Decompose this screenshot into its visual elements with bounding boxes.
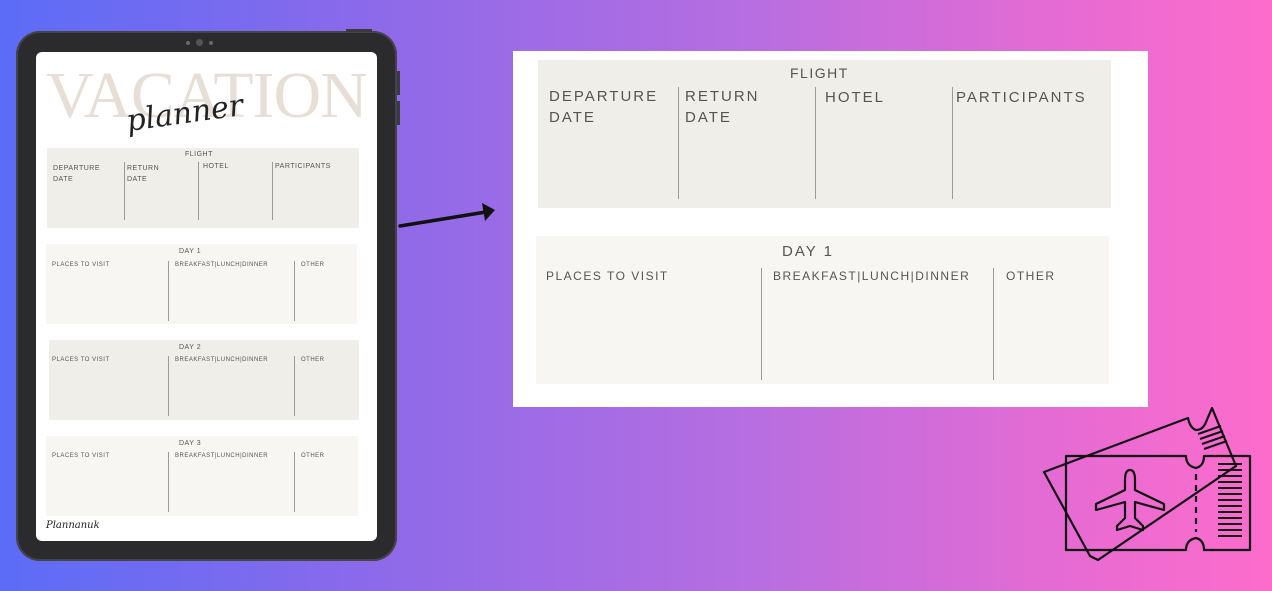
zoom-flight-section: FLIGHT DEPARTURE DATE RETURN DATE HOTEL … <box>538 60 1111 208</box>
arrow-right-icon <box>398 203 495 228</box>
camera-icon <box>186 39 213 46</box>
flight-col-departure: DEPARTURE DATE <box>53 165 101 183</box>
side-button <box>397 71 400 95</box>
zoom-day-header: DAY 1 <box>782 243 834 260</box>
divider <box>294 452 295 512</box>
tablet-device: VACATION planner FLIGHT DEPARTURE DATE R… <box>16 29 400 561</box>
side-button <box>397 101 400 125</box>
zoom-departure-label-2: DATE <box>549 109 596 126</box>
day-col-other: OTHER <box>301 357 325 363</box>
day-col-places: PLACES TO VISIT <box>52 357 110 363</box>
day-col-places: PLACES TO VISIT <box>52 262 110 268</box>
zoom-flight-header: FLIGHT <box>790 65 849 81</box>
zoom-meals-label: BREAKFAST|LUNCH|DINNER <box>773 269 971 283</box>
day-section: DAY 3 PLACES TO VISIT BREAKFAST|LUNCH|DI… <box>46 436 358 516</box>
divider <box>168 356 169 416</box>
flight-col-hotel: HOTEL <box>203 163 229 170</box>
flight-section: FLIGHT DEPARTURE DATE RETURN DATE HOTEL … <box>47 148 359 228</box>
day-section: DAY 2 PLACES TO VISIT BREAKFAST|LUNCH|DI… <box>49 340 359 420</box>
day-col-other: OTHER <box>301 453 325 459</box>
flight-col-return: RETURN DATE <box>127 165 160 183</box>
day-col-meals: BREAKFAST|LUNCH|DINNER <box>175 262 269 268</box>
zoom-other-label: OTHER <box>1006 269 1056 283</box>
zoom-places-label: PLACES TO VISIT <box>546 269 669 283</box>
divider <box>294 356 295 416</box>
zoom-participants-label: PARTICIPANTS <box>956 89 1087 106</box>
divider <box>272 162 273 220</box>
day-section: DAY 1 PLACES TO VISIT BREAKFAST|LUNCH|DI… <box>46 244 357 324</box>
day-header: DAY 3 <box>179 440 202 447</box>
divider <box>198 162 199 220</box>
side-button <box>346 29 372 32</box>
zoom-departure-label: DEPARTURE <box>549 88 659 105</box>
divider <box>952 87 953 199</box>
day-col-other: OTHER <box>301 262 325 268</box>
flight-col-participants: PARTICIPANTS <box>275 163 331 170</box>
day-col-places: PLACES TO VISIT <box>52 453 110 459</box>
zoom-hotel-label: HOTEL <box>825 89 886 106</box>
divider <box>815 87 816 199</box>
divider <box>294 261 295 321</box>
zoom-panel: FLIGHT DEPARTURE DATE RETURN DATE HOTEL … <box>513 51 1148 407</box>
day-header: DAY 2 <box>179 344 202 351</box>
divider <box>678 87 679 199</box>
divider <box>168 261 169 321</box>
divider <box>124 162 125 220</box>
brand-signature: Plannanuk <box>46 520 100 531</box>
planner-screen: VACATION planner FLIGHT DEPARTURE DATE R… <box>36 52 377 541</box>
divider <box>761 268 762 380</box>
day-header: DAY 1 <box>179 248 202 255</box>
zoom-day-section: DAY 1 PLACES TO VISIT BREAKFAST|LUNCH|DI… <box>536 236 1109 384</box>
plane-ticket-icon <box>1042 406 1252 562</box>
flight-header: FLIGHT <box>185 151 213 158</box>
divider <box>168 452 169 512</box>
zoom-return-label-2: DATE <box>685 109 732 126</box>
divider <box>993 268 994 380</box>
day-col-meals: BREAKFAST|LUNCH|DINNER <box>175 357 269 363</box>
day-col-meals: BREAKFAST|LUNCH|DINNER <box>175 453 269 459</box>
zoom-return-label: RETURN <box>685 88 760 105</box>
